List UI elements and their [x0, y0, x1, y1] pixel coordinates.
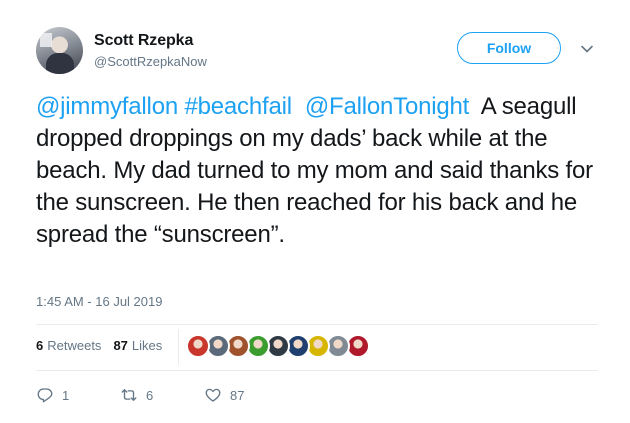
- mention-link[interactable]: @jimmyfallon: [36, 93, 178, 120]
- likes-count[interactable]: 87: [113, 338, 127, 353]
- like-button[interactable]: 87: [204, 386, 288, 404]
- retweets-count[interactable]: 6: [36, 338, 43, 353]
- heart-icon: [205, 388, 221, 402]
- reply-button[interactable]: 1: [36, 386, 120, 404]
- tweet-timestamp[interactable]: 1:45 AM - 16 Jul 2019: [36, 294, 162, 309]
- avatar-body: [46, 53, 74, 74]
- liker-avatars[interactable]: [186, 334, 370, 358]
- engagement-stats: 6 Retweets 87 Likes: [36, 338, 162, 353]
- follow-button[interactable]: Follow: [457, 32, 561, 64]
- tweet-text: @jimmyfallon #beachfail @FallonTonight A…: [36, 91, 616, 251]
- reply-count: 1: [62, 387, 70, 403]
- like-count: 87: [230, 387, 245, 403]
- divider: [36, 370, 598, 371]
- likes-label[interactable]: Likes: [132, 338, 162, 353]
- avatar[interactable]: [36, 27, 83, 74]
- tweet-actions: 1 6 87: [36, 386, 288, 404]
- reply-icon: [37, 388, 53, 403]
- chevron-down-icon[interactable]: [580, 42, 594, 56]
- avatar-window: [40, 33, 52, 47]
- hashtag-link[interactable]: #beachfail: [184, 93, 292, 120]
- retweets-label[interactable]: Retweets: [47, 338, 101, 353]
- display-name[interactable]: Scott Rzepka: [94, 32, 193, 50]
- mention-link[interactable]: @FallonTonight: [305, 93, 470, 120]
- divider: [36, 324, 598, 325]
- retweet-button[interactable]: 6: [120, 386, 204, 404]
- tweet-text-segment: A: [480, 93, 496, 120]
- retweet-count: 6: [146, 387, 154, 403]
- divider: [178, 329, 179, 365]
- retweet-icon: [121, 389, 137, 401]
- user-handle[interactable]: @ScottRzepkaNow: [94, 54, 207, 69]
- liker-avatar[interactable]: [186, 334, 210, 358]
